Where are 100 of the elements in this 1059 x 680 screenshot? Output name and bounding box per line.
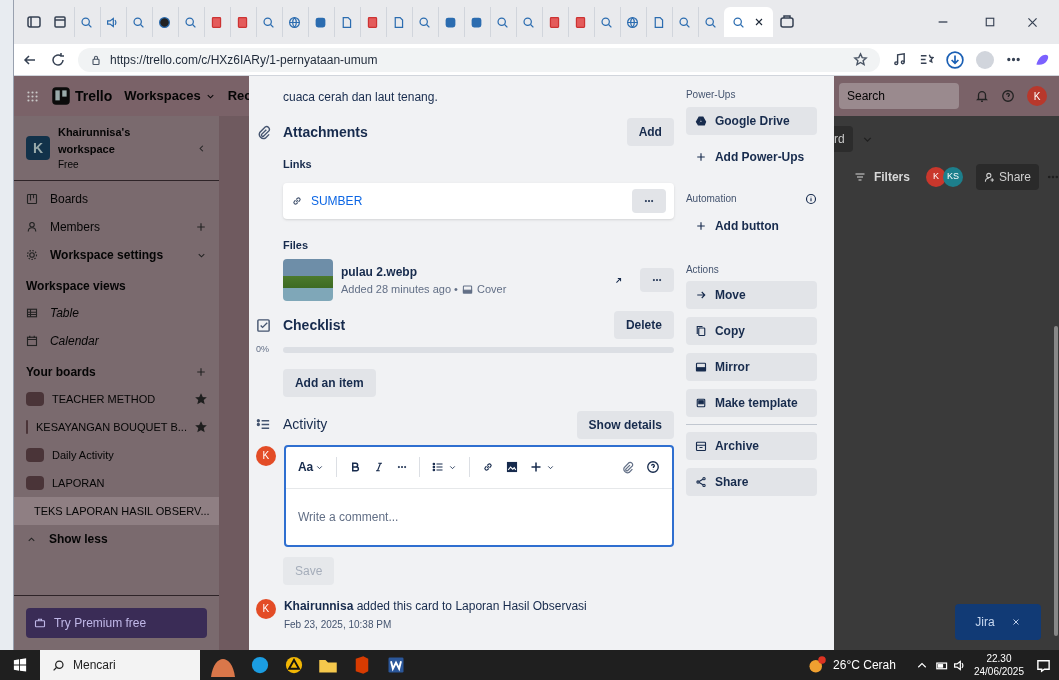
weather-icon: [807, 655, 828, 675]
sidebar-action-button[interactable]: Make template: [685, 389, 817, 417]
taskbar-search[interactable]: Mencari: [40, 650, 200, 680]
comment-input[interactable]: Write a comment...: [285, 488, 672, 545]
app-icon: [443, 15, 457, 29]
search-icon: [521, 15, 535, 29]
search-icon: [131, 15, 145, 29]
section-title: Activity: [282, 415, 329, 434]
user-avatar[interactable]: K: [1027, 86, 1047, 106]
subsection-label: Files: [282, 237, 310, 253]
add-attachment-button[interactable]: Add: [626, 118, 674, 146]
sidebar-action-button[interactable]: Add button: [685, 212, 817, 240]
show-less-link[interactable]: Show less: [48, 530, 108, 548]
star-icon: [194, 421, 207, 433]
filters-button[interactable]: Filters: [873, 168, 910, 186]
board-item[interactable]: KESAYANGAN BOUQUET B...: [13, 413, 219, 441]
lock-icon: [89, 53, 102, 66]
plus-icon: [530, 461, 543, 473]
search-field[interactable]: Search: [839, 83, 959, 109]
user-avatar: K: [255, 445, 276, 466]
weather-text[interactable]: 26°C Cerah: [833, 656, 896, 674]
archive-icon: [694, 440, 707, 452]
search-icon: [703, 15, 717, 29]
jira-button[interactable]: Jira: [955, 604, 1041, 640]
board-item[interactable]: TEKS LAPORAN HASIL OBSERV...: [13, 497, 219, 525]
share-button[interactable]: Share: [975, 164, 1039, 190]
link-icon: [290, 194, 303, 207]
template-icon: [694, 397, 707, 409]
favorites-icon: [919, 52, 934, 67]
sidebar-action-button[interactable]: Google Drive: [685, 107, 817, 135]
section-heading: Workspace views: [24, 278, 127, 295]
bullet-list-icon: [432, 461, 445, 473]
sidebar-action-button[interactable]: Add Power-Ups: [685, 143, 817, 171]
circle-icon: [157, 15, 171, 29]
globe-icon: [625, 15, 639, 29]
search-icon: [417, 15, 431, 29]
plus-icon: [194, 366, 207, 378]
workspace-view-item[interactable]: Table: [49, 304, 79, 322]
user-avatar: K: [255, 598, 276, 619]
section-title: Attachments: [282, 122, 369, 142]
plus-icon: [194, 221, 207, 233]
section-label: Actions: [685, 263, 720, 277]
sidebar-nav-item[interactable]: Members: [49, 218, 183, 236]
plus-icon: [694, 220, 707, 232]
member-avatar[interactable]: KS: [942, 167, 963, 187]
show-details-button[interactable]: Show details: [576, 410, 674, 439]
card-cover-icon: [461, 283, 473, 295]
attachment-link[interactable]: SUMBER: [310, 191, 624, 210]
text-style-button[interactable]: Aa: [297, 458, 325, 476]
board-item[interactable]: TEACHER METHOD: [13, 385, 219, 413]
search-icon: [183, 15, 197, 29]
clock-time: 22.30: [986, 652, 1012, 665]
nav-menu-button[interactable]: Workspaces: [124, 86, 216, 106]
search-icon: [52, 658, 65, 672]
add-item-button[interactable]: Add an item: [282, 368, 376, 397]
url-text: https://trello.com/c/HXz6IARy/1-pernyataan-umum: [109, 51, 379, 69]
favorite-star-icon: [853, 52, 868, 67]
member-avatar[interactable]: K: [925, 167, 946, 187]
board-item[interactable]: Daily Activity: [13, 441, 219, 469]
maximize-icon: [984, 16, 996, 28]
info-icon: [804, 192, 817, 205]
tab-actions-icon: [25, 14, 42, 30]
search-icon: [599, 15, 613, 29]
search-icon: [677, 15, 691, 29]
arrow-right-icon: [694, 289, 707, 301]
premium-button[interactable]: Try Premium free: [25, 608, 207, 638]
search-icon: [495, 15, 509, 29]
windows-start-icon: [13, 658, 27, 672]
sidebar-action-button[interactable]: Share: [685, 468, 817, 496]
workspace-view-item[interactable]: Calendar: [49, 332, 99, 350]
sidebar-action-button[interactable]: Copy: [685, 317, 817, 345]
document-icon: [547, 15, 561, 29]
workspace-plan: Free: [57, 158, 80, 172]
delete-checklist-button[interactable]: Delete: [613, 311, 674, 339]
sidebar-action-button[interactable]: Archive: [685, 432, 817, 460]
sidebar-nav-item[interactable]: Workspace settings: [49, 246, 184, 264]
image-icon: [506, 461, 519, 473]
bold-icon: [349, 461, 362, 473]
person-icon: [25, 221, 38, 233]
sidebar-action-button[interactable]: Move: [685, 281, 817, 309]
cover-link[interactable]: Cover: [476, 280, 507, 298]
board-item[interactable]: LAPORAN: [13, 469, 219, 497]
workspace-avatar: K: [25, 136, 50, 160]
sidebar-nav-item[interactable]: Boards: [49, 190, 207, 208]
sidebar-action-button[interactable]: Mirror: [685, 353, 817, 381]
section-heading: Your boards: [25, 364, 97, 381]
app-icon: [313, 15, 327, 29]
section-label: Power-Ups: [685, 88, 737, 102]
apps-grid-icon: [25, 89, 39, 103]
trello-logo-text[interactable]: Trello: [74, 85, 113, 107]
download-icon: [946, 50, 964, 69]
share-icon: [694, 476, 707, 488]
clock-date: 24/06/2025: [973, 665, 1024, 678]
edge-browser-icon: [250, 655, 270, 675]
address-bar[interactable]: https://trello.com/c/HXz6IARy/1-pernyataan-umum: [77, 47, 880, 72]
notifications-bell-icon: [975, 89, 989, 103]
comment-editor[interactable]: Aa Write a comment...: [283, 444, 674, 547]
search-icon: [731, 15, 745, 29]
checklist-percent: 0%: [255, 343, 270, 356]
help-icon: [1001, 89, 1015, 103]
